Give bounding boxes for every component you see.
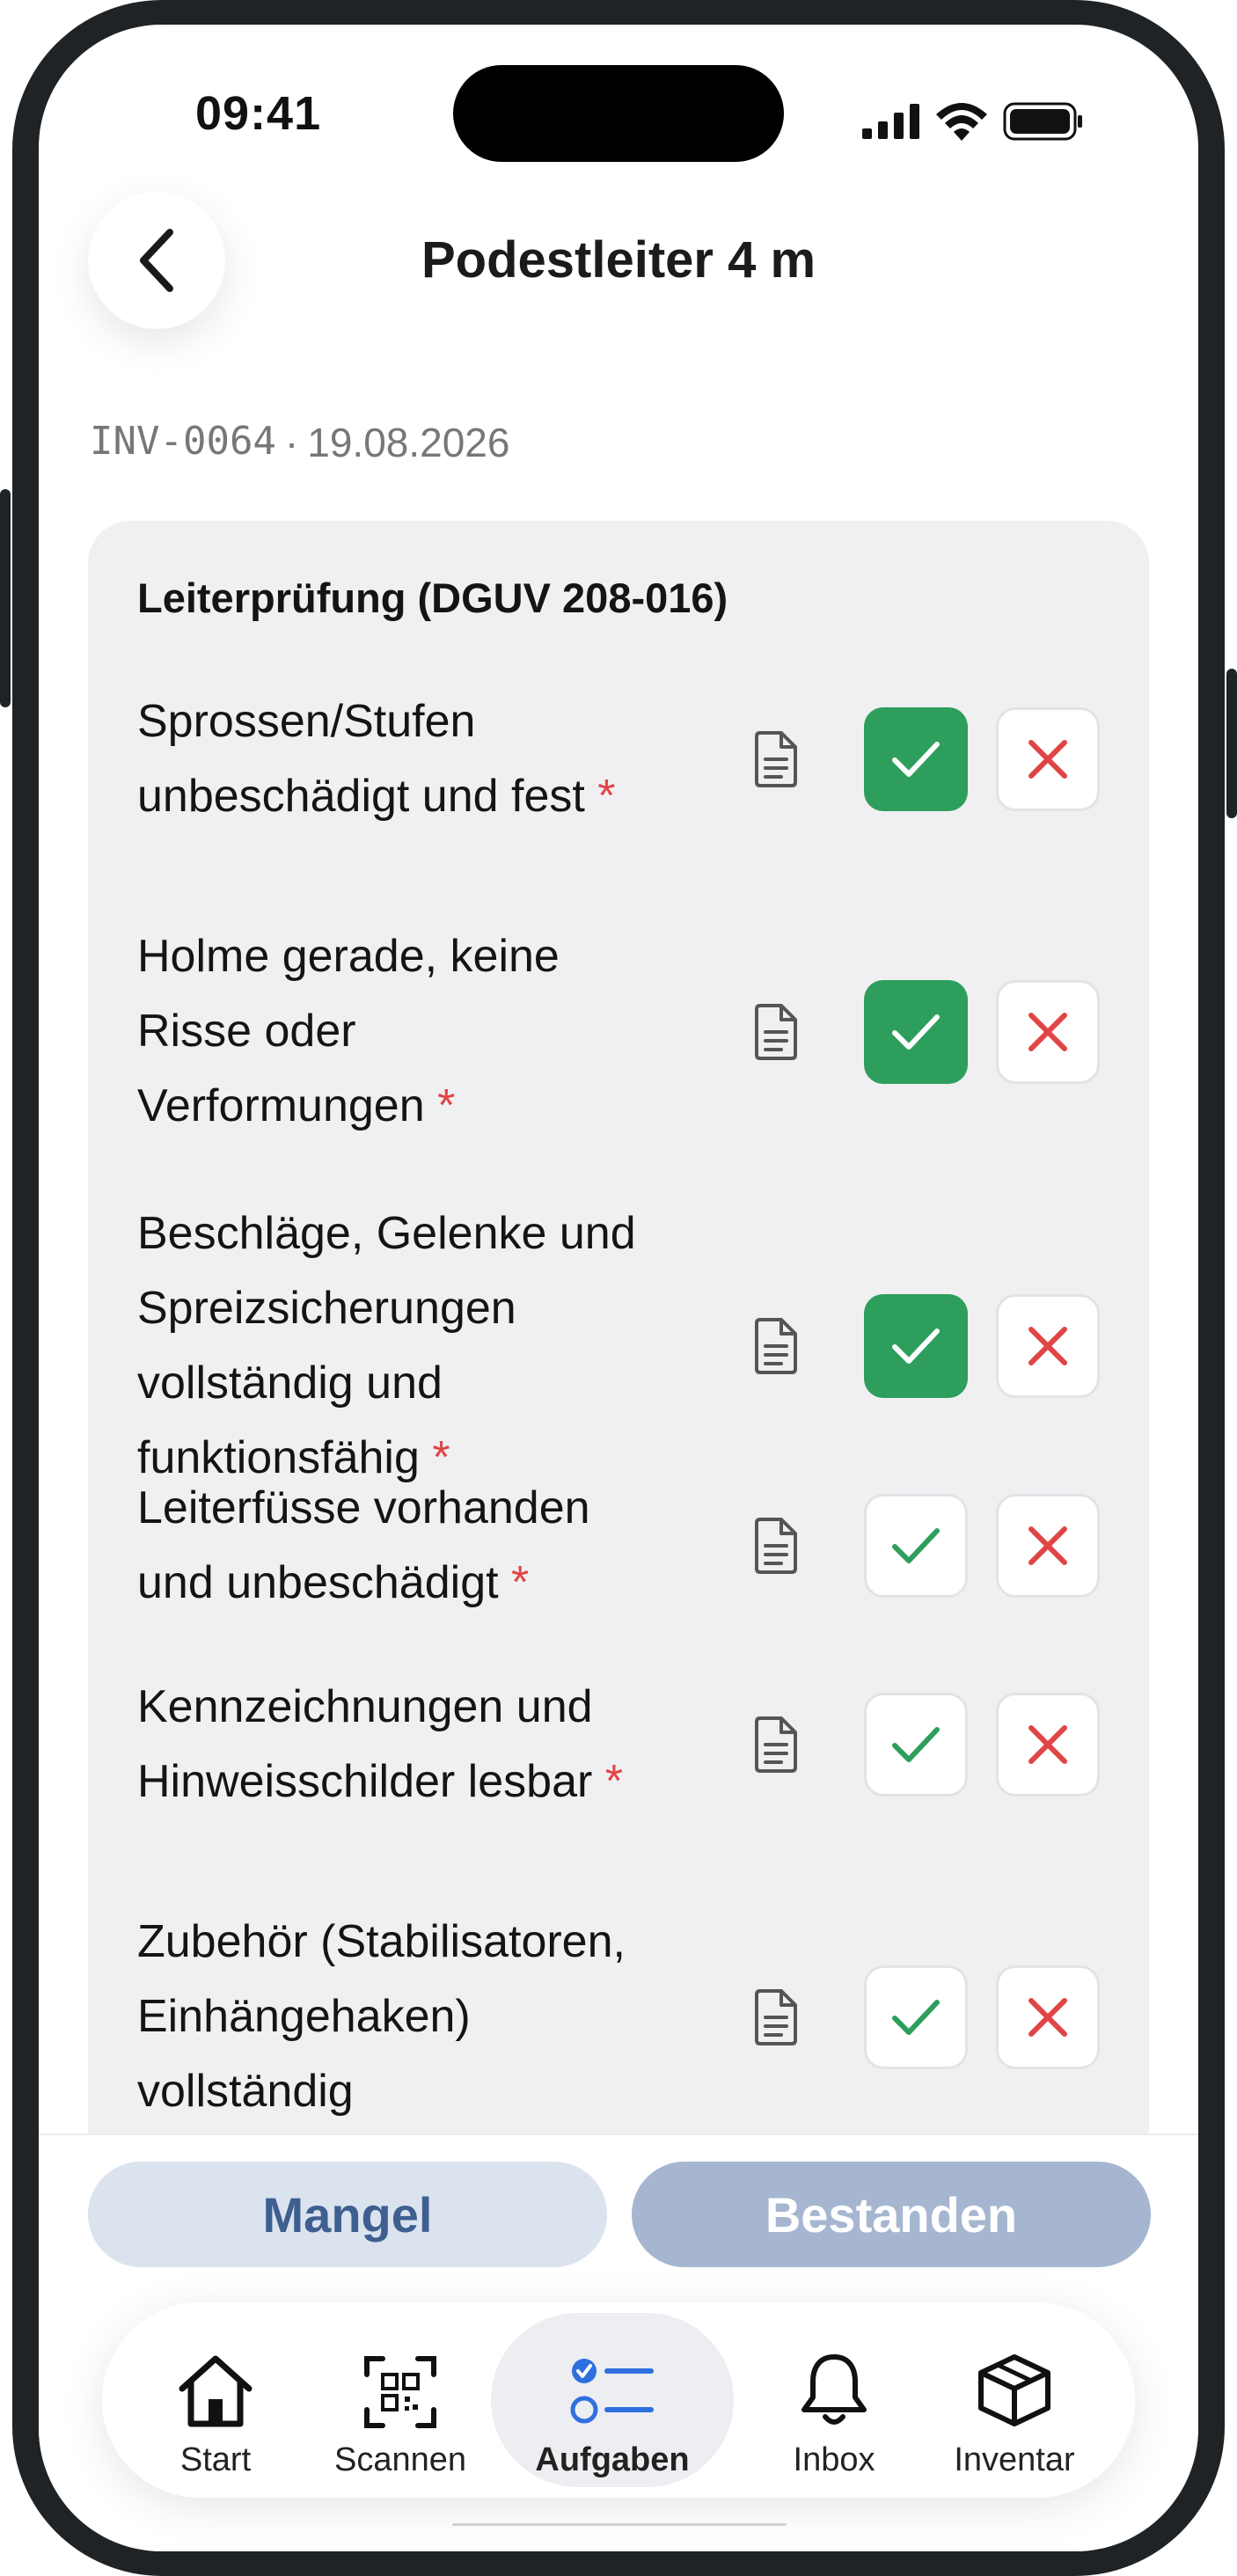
checklist-item-label-line: unbeschädigt und fest * <box>137 771 616 822</box>
screen: 09:41 Podestleiter 4 m INV-0064 · 19.08.… <box>39 25 1198 2551</box>
pass-toggle-button[interactable] <box>864 1294 968 1398</box>
required-marker: * <box>511 1557 530 1608</box>
check-icon <box>892 1528 940 1563</box>
pass-toggle-button[interactable] <box>864 1494 968 1598</box>
checklist-item-label: Zubehör (Stabilisatoren, Einhängehaken) vo… <box>137 1905 709 2129</box>
tab-label: Start <box>179 2441 252 2478</box>
tab-inbox[interactable]: Inbox <box>772 2313 896 2487</box>
pass-button[interactable]: Bestanden <box>632 2162 1151 2267</box>
check-icon <box>892 1999 940 2035</box>
document-icon[interactable] <box>746 1716 804 1774</box>
close-icon <box>1028 1526 1067 1565</box>
check-icon <box>892 1014 940 1050</box>
checklist-item-label: Beschläge, Gelenke und Spreizsicherungen v… <box>137 1197 709 1496</box>
document-icon[interactable] <box>746 1003 804 1061</box>
close-icon <box>1028 1012 1067 1051</box>
tab-bar: Start Scannen Aufgaben Inbox Inventar <box>102 2302 1135 2498</box>
document-icon[interactable] <box>746 1317 804 1375</box>
checklist-item-label-line: Sprossen/Stufen <box>137 696 476 747</box>
check-icon <box>892 742 940 777</box>
wifi-icon <box>936 103 987 141</box>
side-button-left <box>0 489 11 707</box>
close-icon <box>1028 1997 1067 2037</box>
checklist-item-label-line: Beschläge, Gelenke und <box>137 1208 636 1259</box>
checklist-item-label: Holme gerade, keine Risse oder Verformunge… <box>137 919 709 1144</box>
qr-scan-icon <box>364 2356 436 2428</box>
checklist-item-label: Leiterfüsse vorhanden und unbeschädigt * <box>137 1471 709 1621</box>
bell-icon <box>801 2354 867 2425</box>
required-marker: * <box>437 1080 456 1131</box>
checklist-item-label-line: Holme gerade, keine <box>137 931 560 982</box>
checklist-item-label: Sprossen/Stufen unbeschädigt und fest * <box>137 684 709 834</box>
tab-label: Inventar <box>954 2441 1075 2478</box>
status-time: 09:41 <box>195 87 322 140</box>
home-indicator <box>452 2523 787 2526</box>
tab-inventory[interactable]: Inventar <box>933 2313 1096 2487</box>
asset-meta: INV-0064 · 19.08.2026 <box>90 419 509 466</box>
checklist-item-label-line: und unbeschädigt * <box>137 1557 530 1608</box>
checklist-item-label-line: vollständig <box>137 2066 354 2117</box>
checklist-item-label-line: Hinweisschilder lesbar * <box>137 1756 624 1807</box>
fail-toggle-button[interactable] <box>996 1494 1100 1598</box>
page-title: Podestleiter 4 m <box>421 231 816 289</box>
pass-toggle-button[interactable] <box>864 1965 968 2069</box>
fail-toggle-button[interactable] <box>996 1693 1100 1797</box>
defect-button[interactable]: Mangel <box>88 2162 607 2267</box>
status-icons <box>862 99 1084 144</box>
dynamic-island <box>453 65 784 162</box>
required-marker: * <box>597 771 616 822</box>
checklist-item-label-line: Spreizsicherungen <box>137 1283 516 1334</box>
checklist-item-label-line: Verformungen * <box>137 1080 456 1131</box>
inventory-id: INV-0064 <box>90 419 276 464</box>
tab-scan[interactable]: Scannen <box>326 2313 475 2487</box>
check-icon <box>892 1727 940 1762</box>
box-icon <box>978 2354 1050 2426</box>
close-icon <box>1028 740 1067 779</box>
fail-toggle-button[interactable] <box>996 707 1100 811</box>
checklist-title: Leiterprüfung (DGUV 208-016) <box>137 574 728 621</box>
bottom-panel: Mangel Bestanden Start Scannen Aufgaben … <box>39 2133 1198 2551</box>
checklist-item-label-line: Risse oder <box>137 1006 356 1057</box>
document-icon[interactable] <box>746 1517 804 1575</box>
checklist-item-label: Kennzeichnungen und Hinweisschilder lesba… <box>137 1670 709 1819</box>
check-icon <box>892 1328 940 1364</box>
checklist-item-label-line: Zubehör (Stabilisatoren, <box>137 1916 626 1967</box>
signal-icon <box>862 104 919 139</box>
battery-icon <box>1003 102 1082 141</box>
tab-tasks[interactable]: Aufgaben <box>491 2313 734 2487</box>
close-icon <box>1028 1327 1067 1365</box>
document-icon[interactable] <box>746 1988 804 2046</box>
tab-start[interactable]: Start <box>143 2313 289 2487</box>
checklist-item-label-line: Kennzeichnungen und <box>137 1681 593 1732</box>
required-marker: * <box>604 1756 624 1807</box>
fail-toggle-button[interactable] <box>996 1294 1100 1398</box>
tab-label: Inbox <box>793 2441 875 2478</box>
home-icon <box>179 2355 253 2427</box>
tab-label: Aufgaben <box>535 2441 690 2478</box>
document-icon[interactable] <box>746 730 804 788</box>
close-icon <box>1028 1725 1067 1764</box>
fail-toggle-button[interactable] <box>996 979 1100 1084</box>
checklist-item-label-line: vollständig und <box>137 1358 443 1409</box>
fail-toggle-button[interactable] <box>996 1965 1100 2069</box>
tab-label: Scannen <box>333 2441 466 2478</box>
side-button-right <box>1226 669 1237 818</box>
checklist-icon <box>570 2359 654 2424</box>
pass-toggle-button[interactable] <box>864 1693 968 1797</box>
inspection-date: 19.08.2026 <box>307 420 510 465</box>
checklist-item-label-line: Einhängehaken) <box>137 1991 471 2042</box>
pass-toggle-button[interactable] <box>864 979 968 1084</box>
meta-separator: · <box>284 420 299 465</box>
pass-toggle-button[interactable] <box>864 707 968 811</box>
checklist-card: Leiterprüfung (DGUV 208-016) Sprossen/St… <box>88 521 1149 2280</box>
checklist-item-label-line: Leiterfüsse vorhanden <box>137 1482 590 1533</box>
